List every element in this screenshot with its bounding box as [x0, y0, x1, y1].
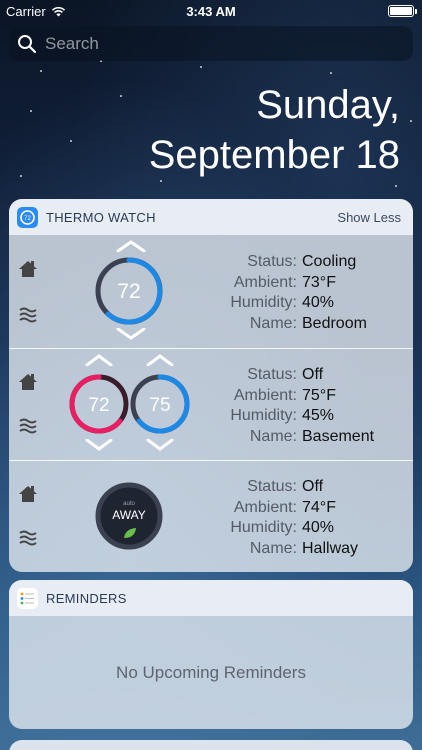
fan-mode-icon[interactable] — [17, 304, 39, 326]
heat-setpoint-dial[interactable]: 72 — [68, 373, 130, 435]
humidity-value: 45% — [302, 407, 335, 424]
thermostat-info: Status: Off Ambient: 74°F Humidity: 40% Nam… — [199, 477, 358, 559]
home-icon[interactable] — [17, 258, 39, 280]
humidity-value: 40% — [302, 294, 335, 311]
next-widget-peek — [9, 740, 413, 750]
status-value: Cooling — [302, 253, 357, 270]
ambient-label: Ambient: — [233, 498, 297, 516]
setpoint-value: 72 — [117, 280, 140, 303]
cool-setpoint-value: 75 — [149, 395, 170, 416]
name-label: Name: — [249, 314, 297, 332]
reminders-widget: REMINDERS No Upcoming Reminders — [9, 580, 413, 729]
name-label: Name: — [249, 539, 297, 557]
decrease-temp-chevron-icon[interactable] — [116, 328, 146, 340]
increase-cool-chevron-icon[interactable] — [146, 354, 174, 366]
humidity-label: Humidity: — [230, 294, 297, 311]
thermo-watch-app-icon: 72 — [17, 206, 38, 228]
auto-mode-label: auto — [123, 501, 135, 507]
thermostat-info: Status: Cooling Ambient: 73°F Humidity: 40%… — [199, 252, 367, 334]
widget-title: REMINDERS — [46, 590, 127, 606]
increase-temp-chevron-icon[interactable] — [116, 240, 146, 252]
reminders-app-icon — [17, 587, 38, 609]
thermostat-row: auto AWAY Status: Off Ambient: 74°F Humidi… — [9, 460, 413, 572]
widget-title: THERMO WATCH — [46, 209, 156, 225]
status-time: 3:43 AM — [186, 4, 236, 19]
fan-mode-icon[interactable] — [17, 415, 39, 437]
weekday-label: Sunday, — [256, 83, 400, 127]
ambient-value: 73°F — [302, 273, 336, 291]
ambient-label: Ambient: — [233, 273, 297, 291]
name-label: Name: — [249, 427, 297, 445]
search-icon — [18, 34, 37, 53]
home-icon[interactable] — [17, 483, 39, 505]
svg-text:72: 72 — [24, 216, 31, 222]
status-label: Status: — [247, 478, 297, 495]
decrease-heat-chevron-icon[interactable] — [85, 439, 113, 451]
battery-icon — [388, 5, 417, 17]
status-label: Status: — [247, 253, 297, 270]
thermostat-row: 72 Status: Cooling Ambient: 73°F Humidity:… — [9, 236, 413, 348]
widget-header: REMINDERS — [9, 580, 413, 616]
empty-reminders-text: No Upcoming Reminders — [116, 662, 306, 682]
name-value: Hallway — [302, 539, 359, 557]
decrease-cool-chevron-icon[interactable] — [146, 439, 174, 451]
search-bar[interactable] — [9, 26, 413, 61]
month-day-label: September 18 — [148, 133, 400, 177]
increase-heat-chevron-icon[interactable] — [85, 354, 113, 366]
home-icon[interactable] — [17, 371, 39, 393]
status-value: Off — [302, 478, 324, 495]
show-less-button[interactable]: Show Less — [337, 210, 401, 225]
ambient-label: Ambient: — [233, 386, 297, 404]
name-value: Bedroom — [302, 314, 367, 332]
status-bar: Carrier 3:43 AM — [0, 0, 422, 22]
humidity-value: 40% — [302, 519, 335, 536]
thermostat-info: Status: Off Ambient: 75°F Humidity: 45% Nam… — [199, 365, 374, 447]
away-mode-dial[interactable]: auto AWAY — [94, 481, 164, 551]
ambient-value: 74°F — [302, 498, 336, 516]
humidity-label: Humidity: — [230, 407, 297, 424]
thermo-watch-widget: 72 THERMO WATCH Show Less 72 Status: Cool… — [9, 199, 413, 572]
fan-mode-icon[interactable] — [17, 527, 39, 549]
ambient-value: 75°F — [302, 386, 336, 404]
date-display: Sunday, September 18 — [149, 80, 400, 180]
humidity-label: Humidity: — [230, 519, 297, 536]
away-mode-label: AWAY — [112, 508, 146, 522]
status-value: Off — [302, 366, 324, 383]
thermostat-dial[interactable]: 72 — [94, 256, 164, 326]
heat-setpoint-value: 72 — [88, 395, 109, 416]
name-value: Basement — [302, 427, 375, 445]
thermostat-row: 72 75 Status: Off Ambient: 75°F Humidity: 4… — [9, 348, 413, 460]
cool-setpoint-dial[interactable]: 75 — [129, 373, 191, 435]
reminders-empty-state: No Upcoming Reminders — [9, 616, 413, 729]
widget-header: 72 THERMO WATCH Show Less — [9, 199, 413, 235]
search-input[interactable] — [45, 33, 385, 54]
status-label: Status: — [247, 366, 297, 383]
